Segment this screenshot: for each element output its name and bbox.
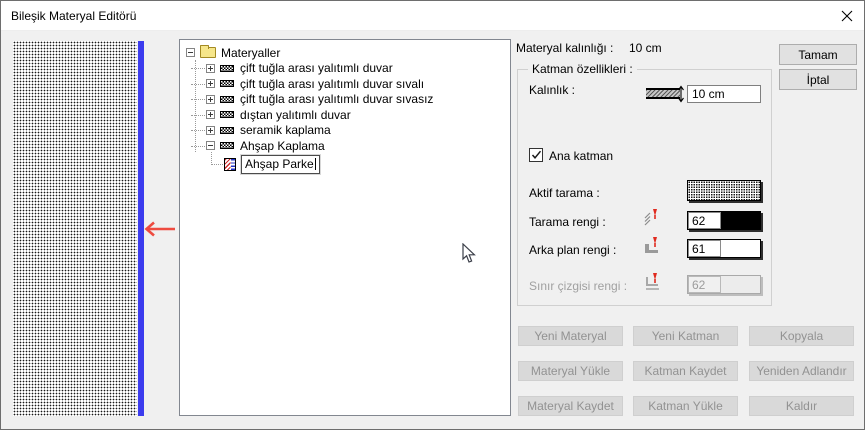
hatch-color-swatch[interactable] xyxy=(721,212,760,229)
load-material-button[interactable]: Materyal Yükle xyxy=(518,361,623,381)
material-thickness-label: Materyal kalınlığı : xyxy=(516,41,614,55)
window-title: Bileşik Materyal Editörü xyxy=(11,8,137,23)
rename-value: Ahşap Parke xyxy=(245,157,314,171)
main-layer-label[interactable]: Ana katman xyxy=(549,149,613,163)
tree-item-material[interactable]: Ahşap Kaplama xyxy=(180,138,510,154)
copy-button[interactable]: Kopyala xyxy=(749,326,854,346)
tree-item-label[interactable]: çift tuğla arası yalıtımlı duvar sıvasız xyxy=(240,92,433,106)
composite-material-editor-dialog: Bileşik Materyal Editörü Materyaller çif… xyxy=(0,0,865,430)
hatch-pen-icon xyxy=(644,208,662,226)
save-layer-button[interactable]: Katman Kaydet xyxy=(633,361,738,381)
tree-item-label[interactable]: çift tuğla arası yalıtımlı duvar xyxy=(240,61,393,75)
material-hatch-icon xyxy=(220,126,234,134)
material-hatch-icon xyxy=(220,111,234,119)
layer-hatch-icon xyxy=(224,157,236,171)
cancel-button[interactable]: İptal xyxy=(779,69,857,90)
expand-icon[interactable] xyxy=(206,125,215,135)
expand-icon[interactable] xyxy=(206,110,215,120)
rename-input[interactable]: Ahşap Parke xyxy=(240,153,321,175)
text-caret xyxy=(314,158,316,170)
folder-icon xyxy=(200,45,216,59)
thickness-input[interactable] xyxy=(687,85,761,103)
background-color-field[interactable]: 61 xyxy=(687,239,761,258)
border-line-color-swatch xyxy=(721,276,760,293)
tree-item-materyaller[interactable]: Materyaller xyxy=(180,45,510,61)
tree-item-label[interactable]: seramik kaplama xyxy=(240,123,331,137)
border-line-color-field: 62 xyxy=(687,275,761,294)
material-hatch-icon xyxy=(220,80,234,88)
hatch-color-label: Tarama rengi : xyxy=(529,215,606,229)
tree-item-material[interactable]: çift tuğla arası yalıtımlı duvar sıvasız xyxy=(180,92,510,108)
material-hatch-icon xyxy=(220,95,234,103)
mouse-cursor-icon xyxy=(462,242,477,267)
material-tree[interactable]: Materyaller çift tuğla arası yalıtımlı d… xyxy=(179,39,511,416)
background-pen-icon xyxy=(644,236,662,254)
background-color-label: Arka plan rengi : xyxy=(529,243,617,257)
rename-button[interactable]: Yeniden Adlandır xyxy=(749,361,854,381)
active-hatch-label: Aktif tarama : xyxy=(529,186,600,200)
main-layer-checkbox[interactable] xyxy=(529,148,543,162)
material-hatch-icon xyxy=(220,142,234,150)
thickness-hatch-icon xyxy=(646,88,680,99)
border-line-color-number: 62 xyxy=(688,276,721,293)
hatch-color-field[interactable]: 62 xyxy=(687,211,761,230)
load-layer-button[interactable]: Katman Yükle xyxy=(633,396,738,416)
background-color-swatch[interactable] xyxy=(721,240,760,257)
titlebar[interactable]: Bileşik Materyal Editörü xyxy=(1,1,864,31)
remove-button[interactable]: Kaldır xyxy=(749,396,854,416)
thickness-label: Kalınlık : xyxy=(529,83,576,97)
expand-icon[interactable] xyxy=(206,63,215,73)
new-material-button[interactable]: Yeni Materyal xyxy=(518,326,623,346)
tree-item-label[interactable]: çift tuğla arası yalıtımlı duvar sıvalı xyxy=(240,77,424,91)
border-line-pen-icon xyxy=(644,272,662,290)
tree-item-label[interactable]: dıştan yalıtımlı duvar xyxy=(240,108,351,122)
tree-item-material[interactable]: seramik kaplama xyxy=(180,123,510,139)
save-material-button[interactable]: Materyal Kaydet xyxy=(518,396,623,416)
expand-icon[interactable] xyxy=(206,94,215,104)
tree-item-label[interactable]: Ahşap Kaplama xyxy=(240,139,325,153)
hatch-color-number[interactable]: 62 xyxy=(688,212,721,229)
collapse-icon[interactable] xyxy=(186,48,195,58)
tree-item-material[interactable]: çift tuğla arası yalıtımlı duvar xyxy=(180,61,510,77)
background-color-number[interactable]: 61 xyxy=(688,240,721,257)
tree-item-material[interactable]: çift tuğla arası yalıtımlı duvar sıvalı xyxy=(180,76,510,92)
material-thickness-value: 10 cm xyxy=(629,41,662,55)
layer-pointer-arrow-icon xyxy=(142,221,178,240)
ok-button[interactable]: Tamam xyxy=(779,44,857,65)
close-icon[interactable] xyxy=(840,9,854,23)
new-layer-button[interactable]: Yeni Katman xyxy=(633,326,738,346)
material-hatch-icon xyxy=(220,64,234,72)
layer-properties-group-label: Katman özellikleri : xyxy=(528,62,637,76)
border-line-color-label: Sınır çizgisi rengi : xyxy=(529,279,628,293)
collapse-icon[interactable] xyxy=(206,141,215,151)
tree-item-layer-editing[interactable]: Ahşap Parke xyxy=(180,153,510,175)
active-hatch-pattern-button[interactable] xyxy=(687,180,761,201)
material-preview-hatch xyxy=(13,41,137,416)
tree-item-label[interactable]: Materyaller xyxy=(221,46,280,60)
expand-icon[interactable] xyxy=(206,79,215,89)
tree-item-material[interactable]: dıştan yalıtımlı duvar xyxy=(180,107,510,123)
thickness-updown-icon xyxy=(677,85,685,106)
